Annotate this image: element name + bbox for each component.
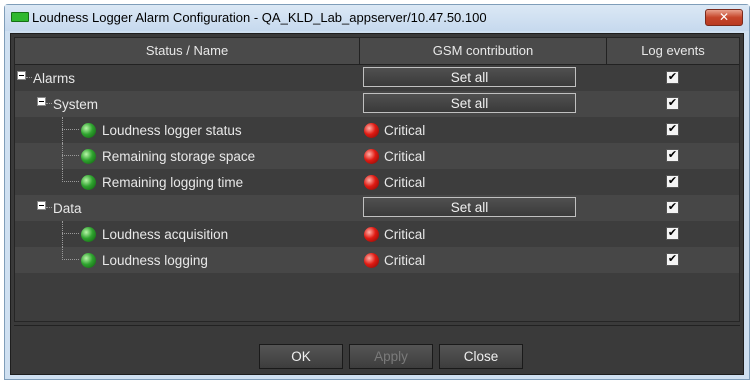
set-all-button[interactable]: Set all — [363, 67, 576, 87]
apply-button[interactable]: Apply — [349, 344, 433, 369]
red-led-icon — [364, 226, 379, 242]
row-label: Remaining storage space — [102, 148, 256, 164]
row-label: Loudness logging — [102, 252, 208, 268]
table-row[interactable]: Remaining storage space Critical ✔ — [15, 143, 739, 169]
row-label: Remaining logging time — [102, 174, 244, 190]
header-log-events[interactable]: Log events — [607, 38, 739, 64]
log-events-checkbox[interactable]: ✔ — [666, 123, 679, 136]
red-led-icon — [364, 174, 379, 190]
green-led-icon — [81, 226, 96, 242]
header-status-name[interactable]: Status / Name — [15, 38, 360, 64]
red-led-icon — [364, 252, 379, 268]
status-text: Critical — [384, 252, 426, 268]
log-events-checkbox[interactable]: ✔ — [666, 253, 679, 266]
row-label: Loudness logger status — [102, 122, 242, 138]
table-row[interactable]: Loudness logger status Critical ✔ — [15, 117, 739, 143]
red-led-icon — [364, 148, 379, 164]
table-row[interactable]: Loudness logging Critical ✔ — [15, 247, 739, 273]
table-row[interactable]: Data Set all ✔ — [15, 195, 739, 221]
ok-button[interactable]: OK — [259, 344, 343, 369]
dialog-body: Status / Name GSM contribution Log event… — [10, 33, 744, 375]
row-label-data: Data — [53, 200, 82, 216]
log-events-checkbox[interactable]: ✔ — [666, 97, 679, 110]
green-led-icon — [81, 252, 96, 268]
close-button[interactable]: Close — [439, 344, 523, 369]
green-led-icon — [81, 122, 96, 138]
table-header: Status / Name GSM contribution Log event… — [15, 38, 739, 65]
collapse-icon[interactable] — [37, 201, 46, 210]
window-title: Loudness Logger Alarm Configuration - QA… — [32, 10, 487, 25]
set-all-button[interactable]: Set all — [363, 93, 576, 113]
row-label-system: System — [53, 96, 99, 112]
status-text: Critical — [384, 226, 426, 242]
green-led-icon — [81, 174, 96, 190]
log-events-checkbox[interactable]: ✔ — [666, 201, 679, 214]
table-row[interactable]: Remaining logging time Critical ✔ — [15, 169, 739, 195]
header-gsm-contribution[interactable]: GSM contribution — [360, 38, 607, 64]
green-led-icon — [81, 148, 96, 164]
table-row[interactable]: Loudness acquisition Critical ✔ — [15, 221, 739, 247]
log-events-checkbox[interactable]: ✔ — [666, 71, 679, 84]
log-events-checkbox[interactable]: ✔ — [666, 227, 679, 240]
window-close-button[interactable]: ✕ — [705, 9, 743, 26]
footer-divider — [14, 325, 740, 326]
collapse-icon[interactable] — [17, 71, 26, 80]
table-row[interactable]: System Set all ✔ — [15, 91, 739, 117]
status-text: Critical — [384, 174, 426, 190]
collapse-icon[interactable] — [37, 97, 46, 106]
dialog-window: Loudness Logger Alarm Configuration - QA… — [4, 4, 750, 380]
alarm-table: Status / Name GSM contribution Log event… — [14, 37, 740, 322]
log-events-checkbox[interactable]: ✔ — [666, 175, 679, 188]
status-text: Critical — [384, 148, 426, 164]
red-led-icon — [364, 122, 379, 138]
set-all-button[interactable]: Set all — [363, 197, 576, 217]
row-label: Loudness acquisition — [102, 226, 229, 242]
log-events-checkbox[interactable]: ✔ — [666, 149, 679, 162]
row-label-alarms: Alarms — [33, 70, 76, 86]
title-bar[interactable]: Loudness Logger Alarm Configuration - QA… — [5, 5, 749, 31]
app-icon — [11, 12, 29, 22]
status-text: Critical — [384, 122, 426, 138]
table-row[interactable]: Alarms Set all ✔ — [15, 65, 739, 91]
